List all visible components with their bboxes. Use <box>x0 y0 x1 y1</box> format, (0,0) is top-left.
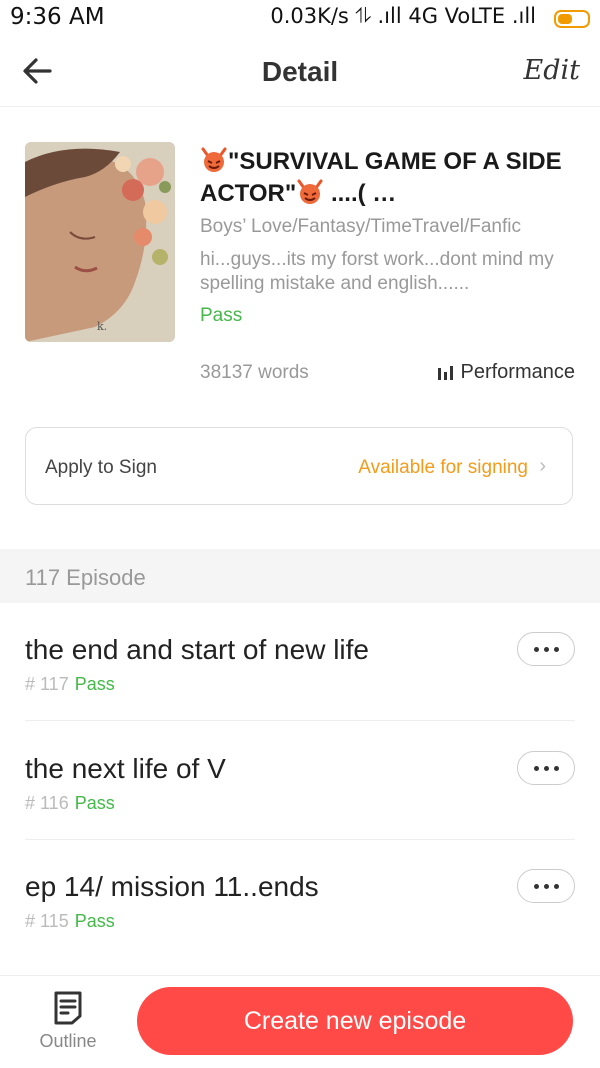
devil-emoji-icon <box>200 147 228 173</box>
book-genre: Boys’ Love/Fantasy/TimeTravel/Fanfic <box>200 216 521 237</box>
performance-button[interactable]: Performance <box>437 361 576 384</box>
outline-icon[interactable] <box>52 990 84 1026</box>
more-options-button[interactable] <box>517 869 575 903</box>
episode-title: ep 14/ mission 11..ends <box>25 871 319 902</box>
episode-divider <box>25 839 575 840</box>
book-description: hi...guys...its my forst work...dont min… <box>200 249 554 294</box>
battery-icon <box>554 10 590 28</box>
more-options-button[interactable] <box>517 632 575 666</box>
episode-status: Pass <box>74 911 115 931</box>
episode-status: Pass <box>74 793 115 813</box>
signing-status: Available for signing <box>358 457 528 478</box>
apply-to-sign-label: Apply to Sign <box>45 457 157 478</box>
episode-number: # 117 <box>25 674 69 694</box>
episode-divider <box>25 720 575 721</box>
book-status-badge: Pass <box>200 305 243 326</box>
episode-row[interactable]: the end and start of new life # 117 Pass <box>0 632 600 752</box>
episode-status: Pass <box>74 674 115 694</box>
more-options-button[interactable] <box>517 751 575 785</box>
chevron-right-icon: › <box>539 455 546 477</box>
episode-count: 117 Episode <box>25 565 146 590</box>
bar-chart-icon <box>437 365 453 380</box>
episode-number: # 116 <box>25 793 69 813</box>
word-count: 38137 words <box>200 362 309 383</box>
create-new-episode-button[interactable]: Create new episode <box>137 987 573 1055</box>
status-network: 0.03K/s ⥮ .ıll 4G VoLTE .ıll <box>270 4 536 28</box>
episode-title: the next life of V <box>25 753 226 784</box>
devil-emoji-icon <box>296 179 324 205</box>
page-title: Detail <box>261 56 339 87</box>
book-title-suffix: ....( … <box>324 180 397 207</box>
cover-signature: k. <box>97 320 108 333</box>
book-title[interactable]: "SURVIVAL GAME OF A SIDE ACTOR" ....( … <box>200 146 575 210</box>
performance-label: Performance <box>460 361 576 383</box>
header-divider <box>0 106 600 107</box>
edit-button[interactable]: Edit <box>524 55 580 86</box>
episode-number: # 115 <box>25 911 69 931</box>
episode-meta: # 116 Pass <box>25 793 115 814</box>
episode-row[interactable]: the next life of V # 116 Pass <box>0 751 600 871</box>
book-cover-image[interactable]: k. <box>25 142 175 342</box>
status-time: 9:36 AM <box>10 4 105 30</box>
episode-meta: # 117 Pass <box>25 674 115 695</box>
episode-title: the end and start of new life <box>25 634 369 665</box>
outline-label[interactable]: Outline <box>30 1031 106 1052</box>
episode-row[interactable]: ep 14/ mission 11..ends # 115 Pass <box>0 869 600 989</box>
episode-meta: # 115 Pass <box>25 911 115 932</box>
